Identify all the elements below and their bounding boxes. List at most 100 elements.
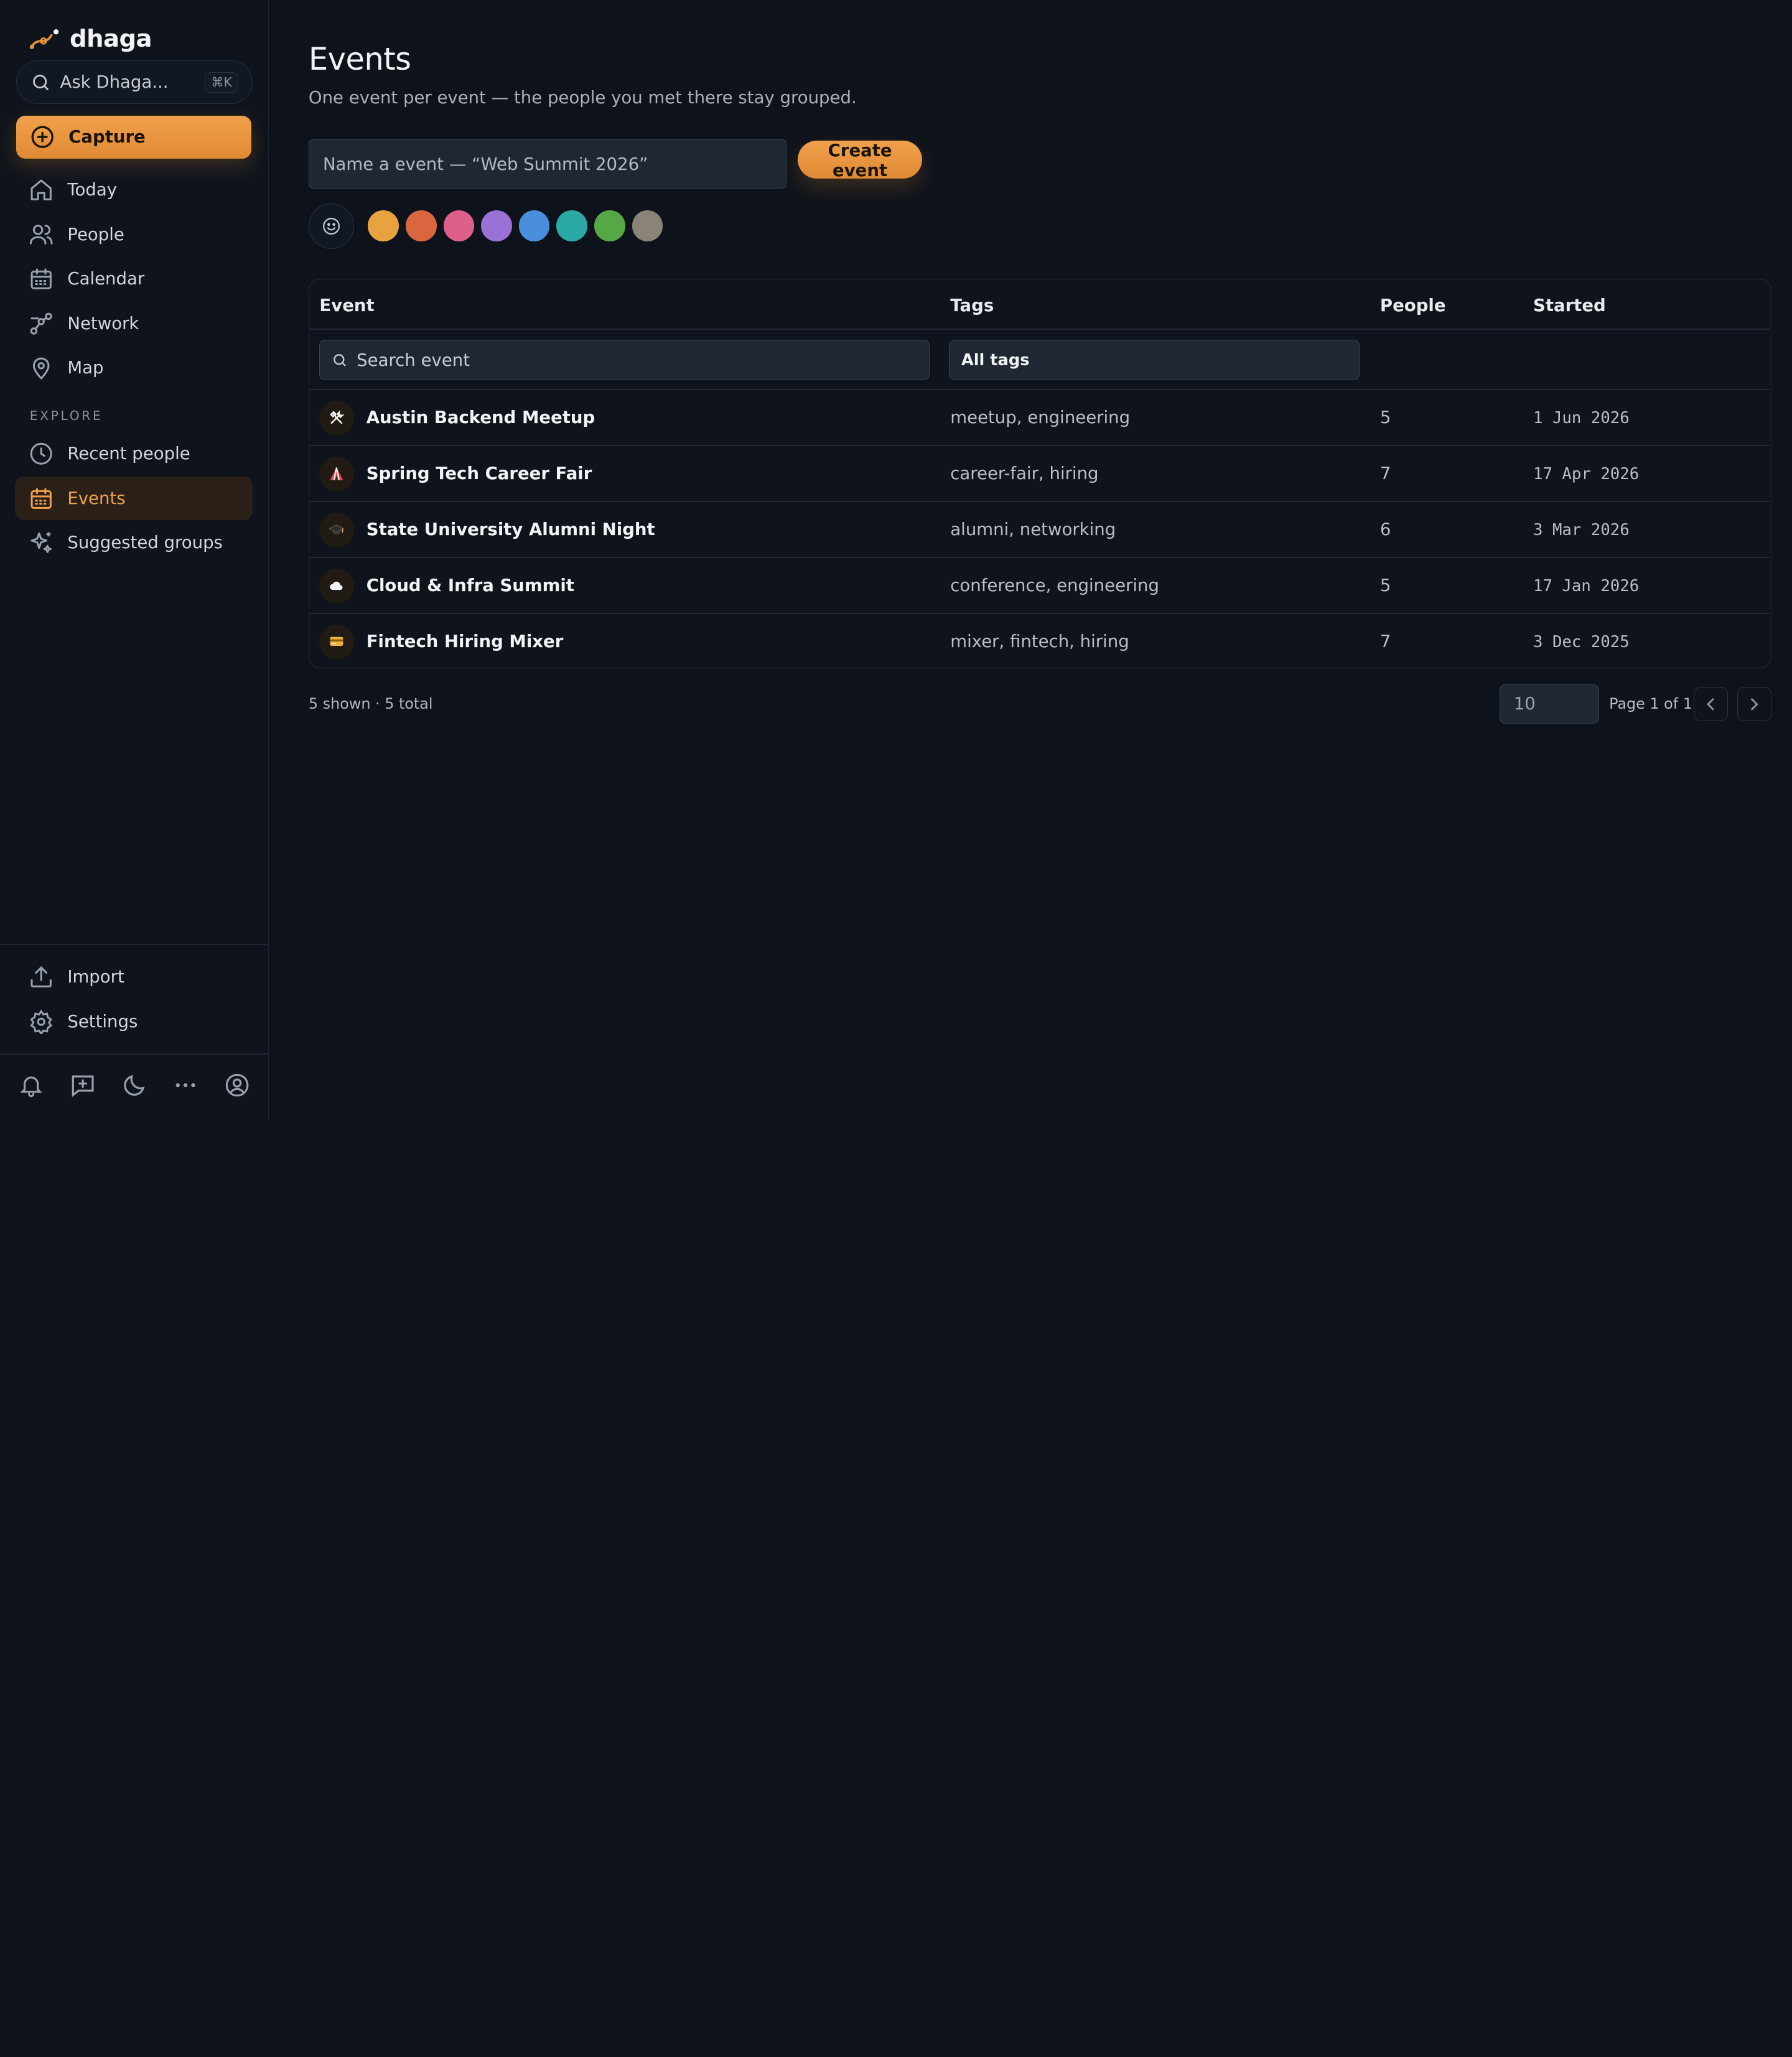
app-window: dhaga Ask Dhaga... ⌘K Capture Today Peop… bbox=[0, 0, 1792, 1120]
tag-filter-select[interactable]: All tags bbox=[949, 340, 1360, 380]
ask-dhaga-label: Ask Dhaga... bbox=[60, 72, 169, 93]
table-row[interactable]: Austin Backend Meetup meetup, engineerin… bbox=[309, 390, 1770, 445]
upload-icon bbox=[30, 966, 52, 988]
calendar-icon bbox=[30, 268, 52, 289]
column-header-people[interactable]: People bbox=[1380, 296, 1446, 315]
search-event-input[interactable]: Search event bbox=[319, 340, 930, 380]
nav-item-events[interactable]: Events bbox=[14, 476, 253, 520]
capture-label: Capture bbox=[68, 127, 146, 147]
nav-label: Today bbox=[67, 179, 118, 200]
color-swatch[interactable] bbox=[556, 210, 587, 241]
ask-dhaga-search[interactable]: Ask Dhaga... ⌘K bbox=[16, 60, 253, 105]
event-tags: meetup, engineering bbox=[950, 407, 1131, 427]
color-swatches bbox=[368, 210, 663, 241]
map-pin-icon bbox=[32, 357, 50, 380]
event-tags: conference, engineering bbox=[950, 575, 1159, 595]
gear-icon bbox=[30, 1009, 52, 1035]
emoji-picker-button[interactable] bbox=[308, 203, 355, 250]
nav-label: Settings bbox=[67, 1012, 138, 1032]
nav-item-today[interactable]: Today bbox=[15, 168, 253, 212]
color-swatch[interactable] bbox=[594, 210, 625, 241]
event-people-count: 5 bbox=[1379, 407, 1391, 427]
network-icon bbox=[30, 312, 52, 335]
circus-tent-icon bbox=[330, 467, 343, 480]
event-name[interactable]: Cloud & Infra Summit bbox=[366, 576, 574, 595]
graduation-cap-icon bbox=[329, 524, 345, 534]
nav-label: Recent people bbox=[67, 444, 190, 464]
event-name[interactable]: Spring Tech Career Fair bbox=[366, 464, 592, 483]
event-avatar bbox=[319, 400, 354, 435]
event-tags: career-fair, hiring bbox=[950, 463, 1099, 483]
next-page-button[interactable] bbox=[1737, 686, 1771, 721]
brand-name: dhaga bbox=[70, 24, 152, 53]
color-swatch[interactable] bbox=[518, 210, 550, 241]
nav-item-calendar[interactable]: Calendar bbox=[15, 257, 253, 301]
page-size-select[interactable]: 10 bbox=[1499, 684, 1599, 724]
page-subtitle: One event per event — the people you met… bbox=[308, 88, 857, 108]
nav-item-network[interactable]: Network bbox=[15, 302, 253, 345]
search-icon bbox=[333, 353, 346, 366]
home-icon bbox=[30, 179, 52, 200]
page-size-value: 10 bbox=[1513, 694, 1536, 714]
nav-label: People bbox=[67, 224, 124, 245]
color-swatch[interactable] bbox=[481, 210, 512, 241]
column-header-started[interactable]: Started bbox=[1533, 296, 1606, 315]
nav-item-recent-people[interactable]: Recent people bbox=[15, 432, 253, 475]
table-row[interactable]: Fintech Hiring Mixer mixer, fintech, hir… bbox=[309, 614, 1770, 669]
event-name[interactable]: State University Alumni Night bbox=[366, 520, 655, 539]
color-swatch[interactable] bbox=[406, 210, 437, 241]
previous-page-button[interactable] bbox=[1693, 686, 1729, 721]
plus-circle-icon bbox=[31, 126, 54, 149]
color-swatch[interactable] bbox=[632, 210, 663, 241]
event-started-date: 17 Jan 2026 bbox=[1533, 576, 1640, 595]
event-name-input[interactable] bbox=[308, 139, 786, 189]
sparkles-icon bbox=[30, 532, 52, 554]
nav-item-settings[interactable]: Settings bbox=[15, 1000, 253, 1043]
cloud-icon bbox=[330, 582, 343, 590]
smiley-icon bbox=[323, 218, 340, 235]
moon-icon[interactable] bbox=[121, 1072, 147, 1098]
brand[interactable]: dhaga bbox=[29, 24, 152, 54]
nav-item-import[interactable]: Import bbox=[15, 955, 253, 999]
page-indicator: Page 1 of 1 bbox=[1609, 694, 1692, 712]
table-divider bbox=[309, 329, 1770, 330]
new-message-icon[interactable] bbox=[70, 1072, 96, 1098]
color-swatch[interactable] bbox=[368, 210, 399, 241]
table-row[interactable]: Spring Tech Career Fair career-fair, hir… bbox=[309, 446, 1770, 501]
nav-label: Import bbox=[67, 967, 124, 987]
color-swatch[interactable] bbox=[443, 210, 475, 241]
sidebar: dhaga Ask Dhaga... ⌘K Capture Today Peop… bbox=[0, 0, 269, 1120]
clock-icon bbox=[30, 442, 52, 465]
event-started-date: 3 Dec 2025 bbox=[1533, 632, 1630, 651]
event-avatar bbox=[319, 624, 354, 659]
chevron-left-icon bbox=[1706, 697, 1714, 710]
sidebar-divider bbox=[0, 944, 269, 945]
hammer-wrench-icon bbox=[330, 409, 345, 424]
event-name[interactable]: Fintech Hiring Mixer bbox=[366, 632, 564, 651]
results-count: 5 shown · 5 total bbox=[308, 694, 433, 712]
table-row[interactable]: State University Alumni Night alumni, ne… bbox=[309, 502, 1770, 557]
event-started-date: 3 Mar 2026 bbox=[1533, 520, 1630, 539]
account-icon[interactable] bbox=[224, 1072, 250, 1098]
event-name[interactable]: Austin Backend Meetup bbox=[366, 408, 595, 427]
event-tags: alumni, networking bbox=[950, 519, 1116, 539]
search-event-placeholder: Search event bbox=[357, 350, 470, 370]
event-avatar bbox=[319, 568, 354, 603]
people-icon bbox=[29, 225, 53, 245]
create-event-button[interactable]: Create event bbox=[798, 140, 923, 180]
event-people-count: 7 bbox=[1379, 463, 1391, 483]
event-people-count: 6 bbox=[1379, 519, 1391, 539]
column-header-event[interactable]: Event bbox=[319, 296, 374, 315]
nav-label: Network bbox=[67, 313, 139, 334]
nav-label: Suggested groups bbox=[67, 533, 223, 553]
nav-item-people[interactable]: People bbox=[15, 213, 253, 256]
capture-button[interactable]: Capture bbox=[16, 115, 252, 159]
chevron-right-icon bbox=[1751, 697, 1759, 710]
bell-icon[interactable] bbox=[18, 1072, 44, 1098]
nav-item-suggested-groups[interactable]: Suggested groups bbox=[15, 521, 253, 565]
nav-item-map[interactable]: Map bbox=[15, 347, 253, 390]
event-people-count: 7 bbox=[1379, 631, 1391, 651]
table-row[interactable]: Cloud & Infra Summit conference, enginee… bbox=[309, 558, 1770, 613]
more-icon[interactable] bbox=[172, 1072, 198, 1098]
column-header-tags[interactable]: Tags bbox=[950, 296, 994, 315]
